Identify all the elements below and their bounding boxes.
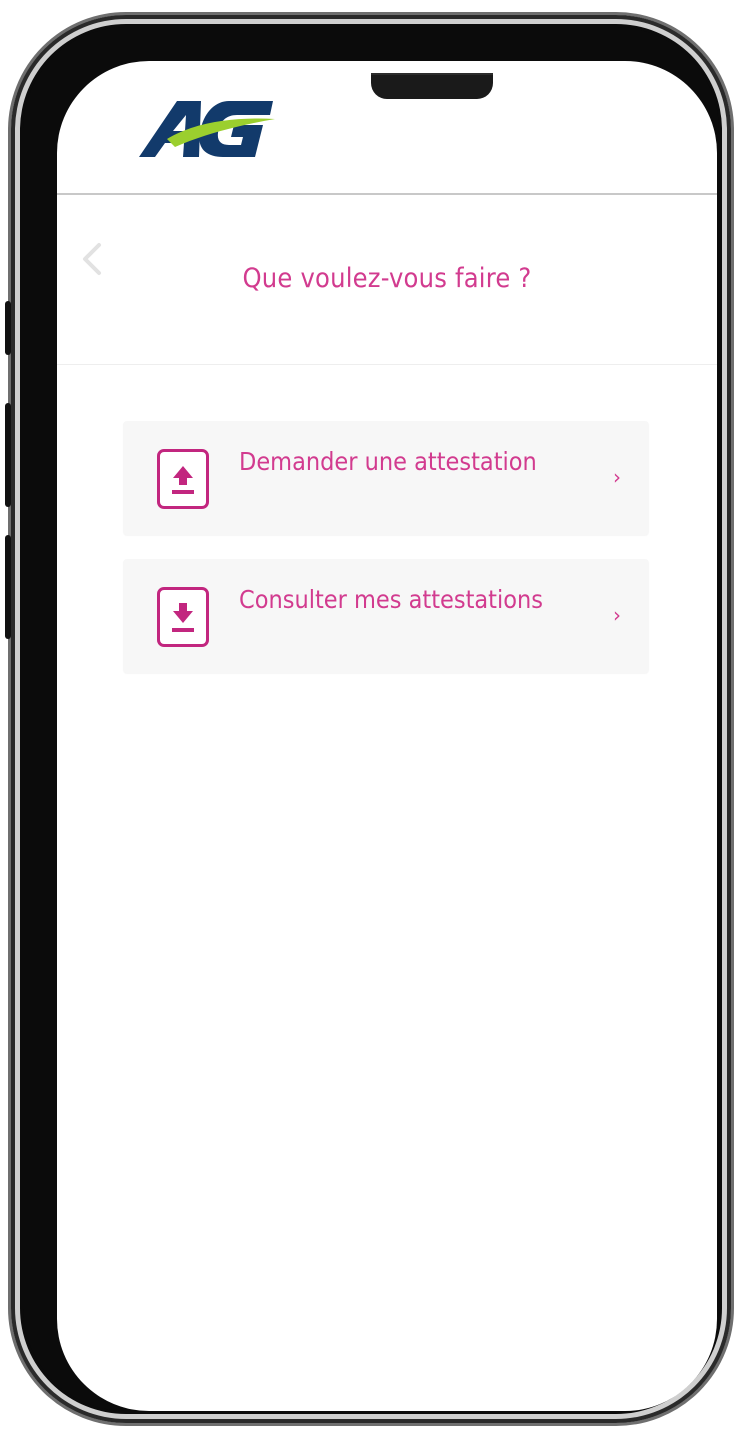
chevron-right-icon: ›: [613, 603, 621, 627]
request-certificate-label: Demander une attestation: [239, 447, 537, 476]
side-button-top: [5, 301, 11, 355]
app-header: [57, 61, 717, 195]
ag-logo: [137, 95, 277, 163]
view-certificates-label: Consulter mes attestations: [239, 585, 543, 614]
request-certificate-button[interactable]: Demander une attestation ›: [123, 421, 649, 535]
download-icon: [157, 587, 209, 647]
phone-frame: Que voulez-vous faire ? Demander une att…: [5, 12, 734, 1426]
page-title: Que voulez-vous faire ?: [242, 263, 532, 294]
title-bar: Que voulez-vous faire ?: [57, 195, 717, 365]
side-button-bottom: [5, 535, 11, 639]
view-certificates-button[interactable]: Consulter mes attestations ›: [123, 559, 649, 673]
side-button-middle: [5, 403, 11, 507]
upload-icon: [157, 449, 209, 509]
chevron-right-icon: ›: [613, 465, 621, 489]
screen: Que voulez-vous faire ? Demander une att…: [57, 61, 717, 1411]
